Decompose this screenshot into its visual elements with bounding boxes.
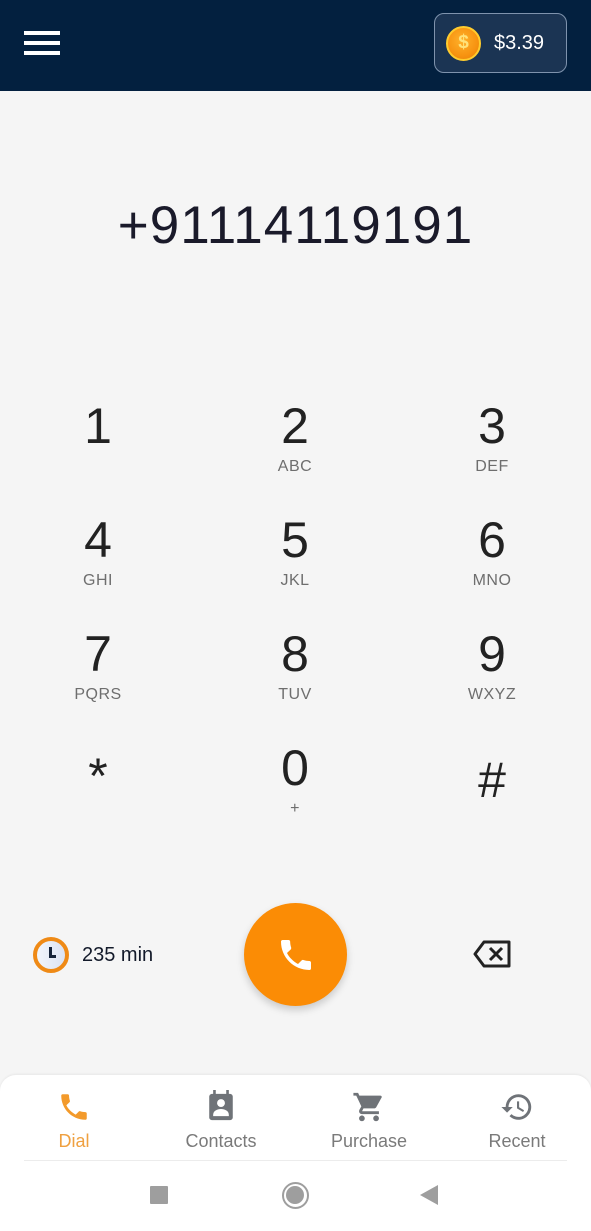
minutes-remaining: 235 min xyxy=(33,937,153,973)
key-letters: JKL xyxy=(280,572,310,589)
hamburger-menu-icon[interactable] xyxy=(24,30,60,56)
history-icon xyxy=(501,1094,532,1120)
minutes-text: 235 min xyxy=(82,943,154,966)
menu-bar xyxy=(24,51,60,55)
key-digit: 2 xyxy=(281,398,309,454)
key-digit: 0 xyxy=(281,740,309,796)
contact-card-icon xyxy=(209,1090,233,1121)
back-triangle-icon[interactable] xyxy=(420,1185,438,1205)
recents-square-icon[interactable] xyxy=(150,1186,168,1204)
key-7[interactable]: 7 PQRS xyxy=(23,626,173,726)
nav-label: Dial xyxy=(58,1131,90,1151)
backspace-icon xyxy=(473,940,511,968)
home-circle-icon[interactable] xyxy=(282,1182,309,1209)
coin-dollar-icon: $ xyxy=(446,25,481,61)
balance-button[interactable]: $ $3.39 xyxy=(434,13,567,73)
key-0[interactable]: 0 + xyxy=(220,740,370,840)
nav-divider xyxy=(24,1160,567,1161)
nav-label: Contacts xyxy=(185,1131,257,1151)
key-8[interactable]: 8 TUV xyxy=(220,626,370,726)
key-letters: GHI xyxy=(83,572,113,589)
key-letters: ABC xyxy=(277,458,313,475)
key-digit: 4 xyxy=(84,512,112,568)
nav-label: Recent xyxy=(488,1131,546,1151)
phone-icon xyxy=(61,1094,87,1120)
key-digit: 3 xyxy=(478,398,506,454)
key-digit: 1 xyxy=(84,398,112,454)
key-digit: * xyxy=(88,748,108,804)
menu-bar xyxy=(24,31,60,35)
system-navigation-bar xyxy=(0,1175,591,1225)
key-hash[interactable]: # xyxy=(417,752,567,852)
cart-icon xyxy=(353,1092,382,1122)
key-digit: 8 xyxy=(281,626,309,682)
key-letters: + xyxy=(290,800,300,817)
key-digit: 6 xyxy=(478,512,506,568)
key-digit: 9 xyxy=(478,626,506,682)
key-digit: 5 xyxy=(281,512,309,568)
key-9[interactable]: 9 WXYZ xyxy=(417,626,567,726)
key-6[interactable]: 6 MNO xyxy=(417,512,567,612)
key-letters: WXYZ xyxy=(467,686,517,703)
key-letters: MNO xyxy=(472,572,512,589)
key-3[interactable]: 3 DEF xyxy=(417,398,567,498)
key-2[interactable]: 2 ABC xyxy=(220,398,370,498)
backspace-button[interactable] xyxy=(472,939,512,969)
nav-purchase[interactable]: Purchase xyxy=(299,1089,439,1152)
key-letters: PQRS xyxy=(74,686,122,703)
nav-contacts[interactable]: Contacts xyxy=(151,1089,291,1152)
key-5[interactable]: 5 JKL xyxy=(220,512,370,612)
home-circle-inner xyxy=(286,1186,304,1204)
nav-dial[interactable]: Dial xyxy=(4,1089,144,1152)
top-app-bar: $ $3.39 xyxy=(0,0,591,91)
key-1[interactable]: 1 xyxy=(23,398,173,498)
key-digit: 7 xyxy=(84,626,112,682)
phone-icon xyxy=(280,939,311,970)
key-star[interactable]: * xyxy=(23,748,173,848)
nav-label: Purchase xyxy=(330,1131,408,1151)
key-letters: DEF xyxy=(475,458,509,475)
clock-icon xyxy=(33,937,69,973)
call-button[interactable] xyxy=(244,903,347,1006)
nav-recent[interactable]: Recent xyxy=(447,1089,587,1152)
menu-bar xyxy=(24,41,60,45)
bottom-navigation: Dial Contacts Purchase Recent xyxy=(0,1075,591,1231)
key-digit: # xyxy=(478,752,506,808)
balance-amount: $3.39 xyxy=(494,31,545,54)
key-4[interactable]: 4 GHI xyxy=(23,512,173,612)
dialer-actions: 235 min xyxy=(0,903,591,1007)
key-letters: TUV xyxy=(278,686,312,703)
dialed-number[interactable]: +91114119191 xyxy=(0,195,591,256)
